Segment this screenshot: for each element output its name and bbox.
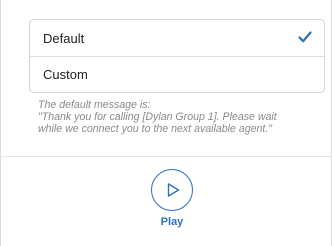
play-icon [167,183,180,197]
option-default-label: Default [43,30,85,46]
message-option-list: Default Custom [29,19,325,93]
message-line-1: The default message is: [38,99,151,111]
option-custom-label: Custom [43,67,88,82]
play-button[interactable] [151,169,193,211]
default-message-text: The default message is: "Thank you for c… [38,99,328,135]
play-label[interactable]: Play [151,216,193,228]
greeting-message-panel: Default Custom The default message is: "… [0,0,332,246]
option-custom[interactable]: Custom [30,56,324,92]
checkmark-icon [298,31,312,43]
divider [1,156,331,157]
message-line-3: while we connect you to the next availab… [38,123,273,135]
option-default[interactable]: Default [30,20,324,56]
message-line-2: "Thank you for calling [Dylan Group 1]. … [38,111,277,123]
